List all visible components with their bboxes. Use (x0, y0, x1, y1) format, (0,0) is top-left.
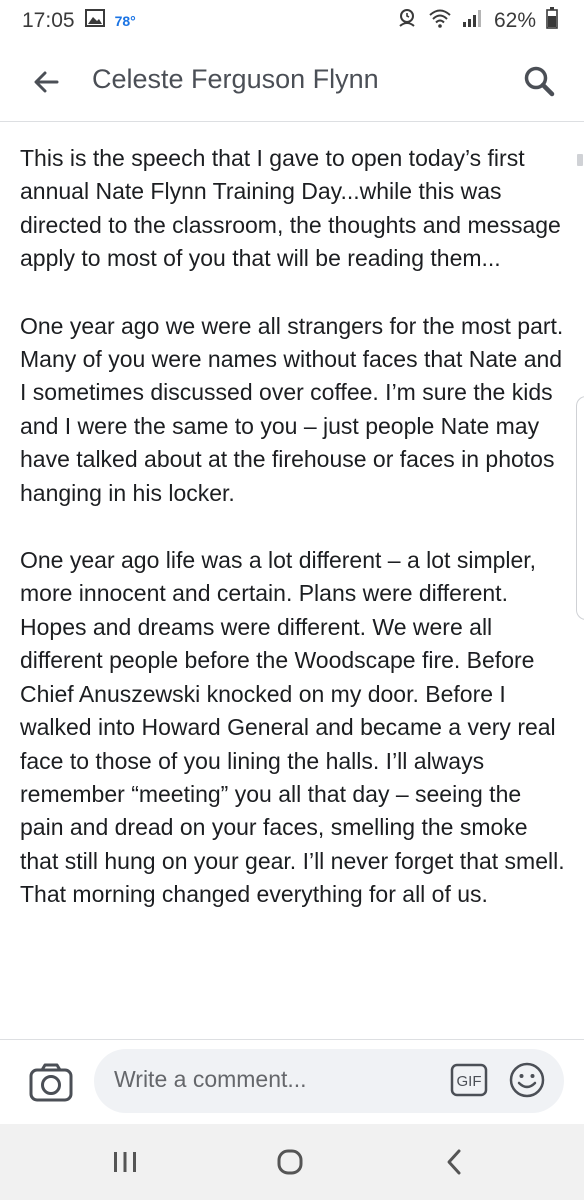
post-paragraph: One year ago life was a lot different – … (20, 547, 565, 908)
search-icon[interactable] (520, 62, 558, 100)
comment-placeholder: Write a comment... (114, 1066, 307, 1092)
signal-icon (462, 8, 484, 34)
alarm-icon (396, 7, 418, 35)
comment-input[interactable]: Write a comment... GIF (94, 1049, 564, 1113)
status-right: 62% (396, 7, 558, 35)
status-battery: 62% (493, 9, 536, 32)
edge-panel-handle[interactable] (576, 396, 584, 620)
post-paragraph: One year ago we were all strangers for t… (20, 312, 564, 506)
back-arrow-icon[interactable] (28, 64, 64, 100)
scrollbar-thumb[interactable] (577, 154, 583, 166)
home-icon[interactable] (270, 1146, 310, 1178)
back-icon[interactable] (434, 1146, 474, 1178)
recent-apps-icon[interactable] (105, 1146, 145, 1178)
app-header: Celeste Ferguson Flynn (0, 42, 584, 122)
emoji-icon[interactable] (508, 1061, 546, 1099)
gif-label: GIF (457, 1073, 482, 1090)
image-icon (84, 9, 105, 33)
status-temperature: 78° (114, 13, 136, 29)
battery-icon (546, 7, 558, 35)
gif-icon[interactable]: GIF (450, 1063, 488, 1097)
post-paragraph: This is the speech that I gave to open t… (20, 145, 561, 272)
wifi-icon (428, 8, 452, 34)
status-left: 17:05 78° (22, 9, 136, 33)
status-bar: 17:05 78° 62% (0, 0, 584, 42)
system-nav-bar (0, 1124, 584, 1200)
camera-icon[interactable] (28, 1062, 74, 1104)
comment-bar: Write a comment... GIF (0, 1039, 584, 1125)
status-time: 17:05 (22, 9, 75, 32)
post-body: This is the speech that I gave to open t… (20, 142, 568, 946)
page-title: Celeste Ferguson Flynn (92, 64, 379, 94)
